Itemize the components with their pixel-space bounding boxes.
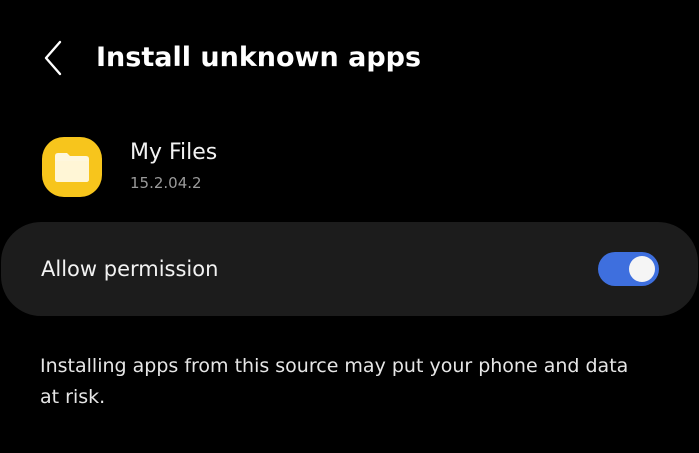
back-button[interactable] [38,38,68,78]
header: Install unknown apps [0,30,699,86]
my-files-app-icon [42,137,102,197]
app-name: My Files [130,140,218,165]
app-version: 15.2.04.2 [130,174,202,192]
page-title: Install unknown apps [96,42,422,73]
chevron-left-icon [44,40,62,76]
folder-icon [55,153,89,182]
allow-permission-label: Allow permission [41,257,219,281]
screen: Install unknown apps My Files 15.2.04.2 … [0,0,699,453]
toggle-knob [629,256,655,282]
allow-permission-row[interactable]: Allow permission [1,222,698,316]
warning-text: Installing apps from this source may put… [40,355,629,408]
app-info: My Files 15.2.04.2 [0,134,699,204]
allow-permission-toggle[interactable] [598,252,659,286]
